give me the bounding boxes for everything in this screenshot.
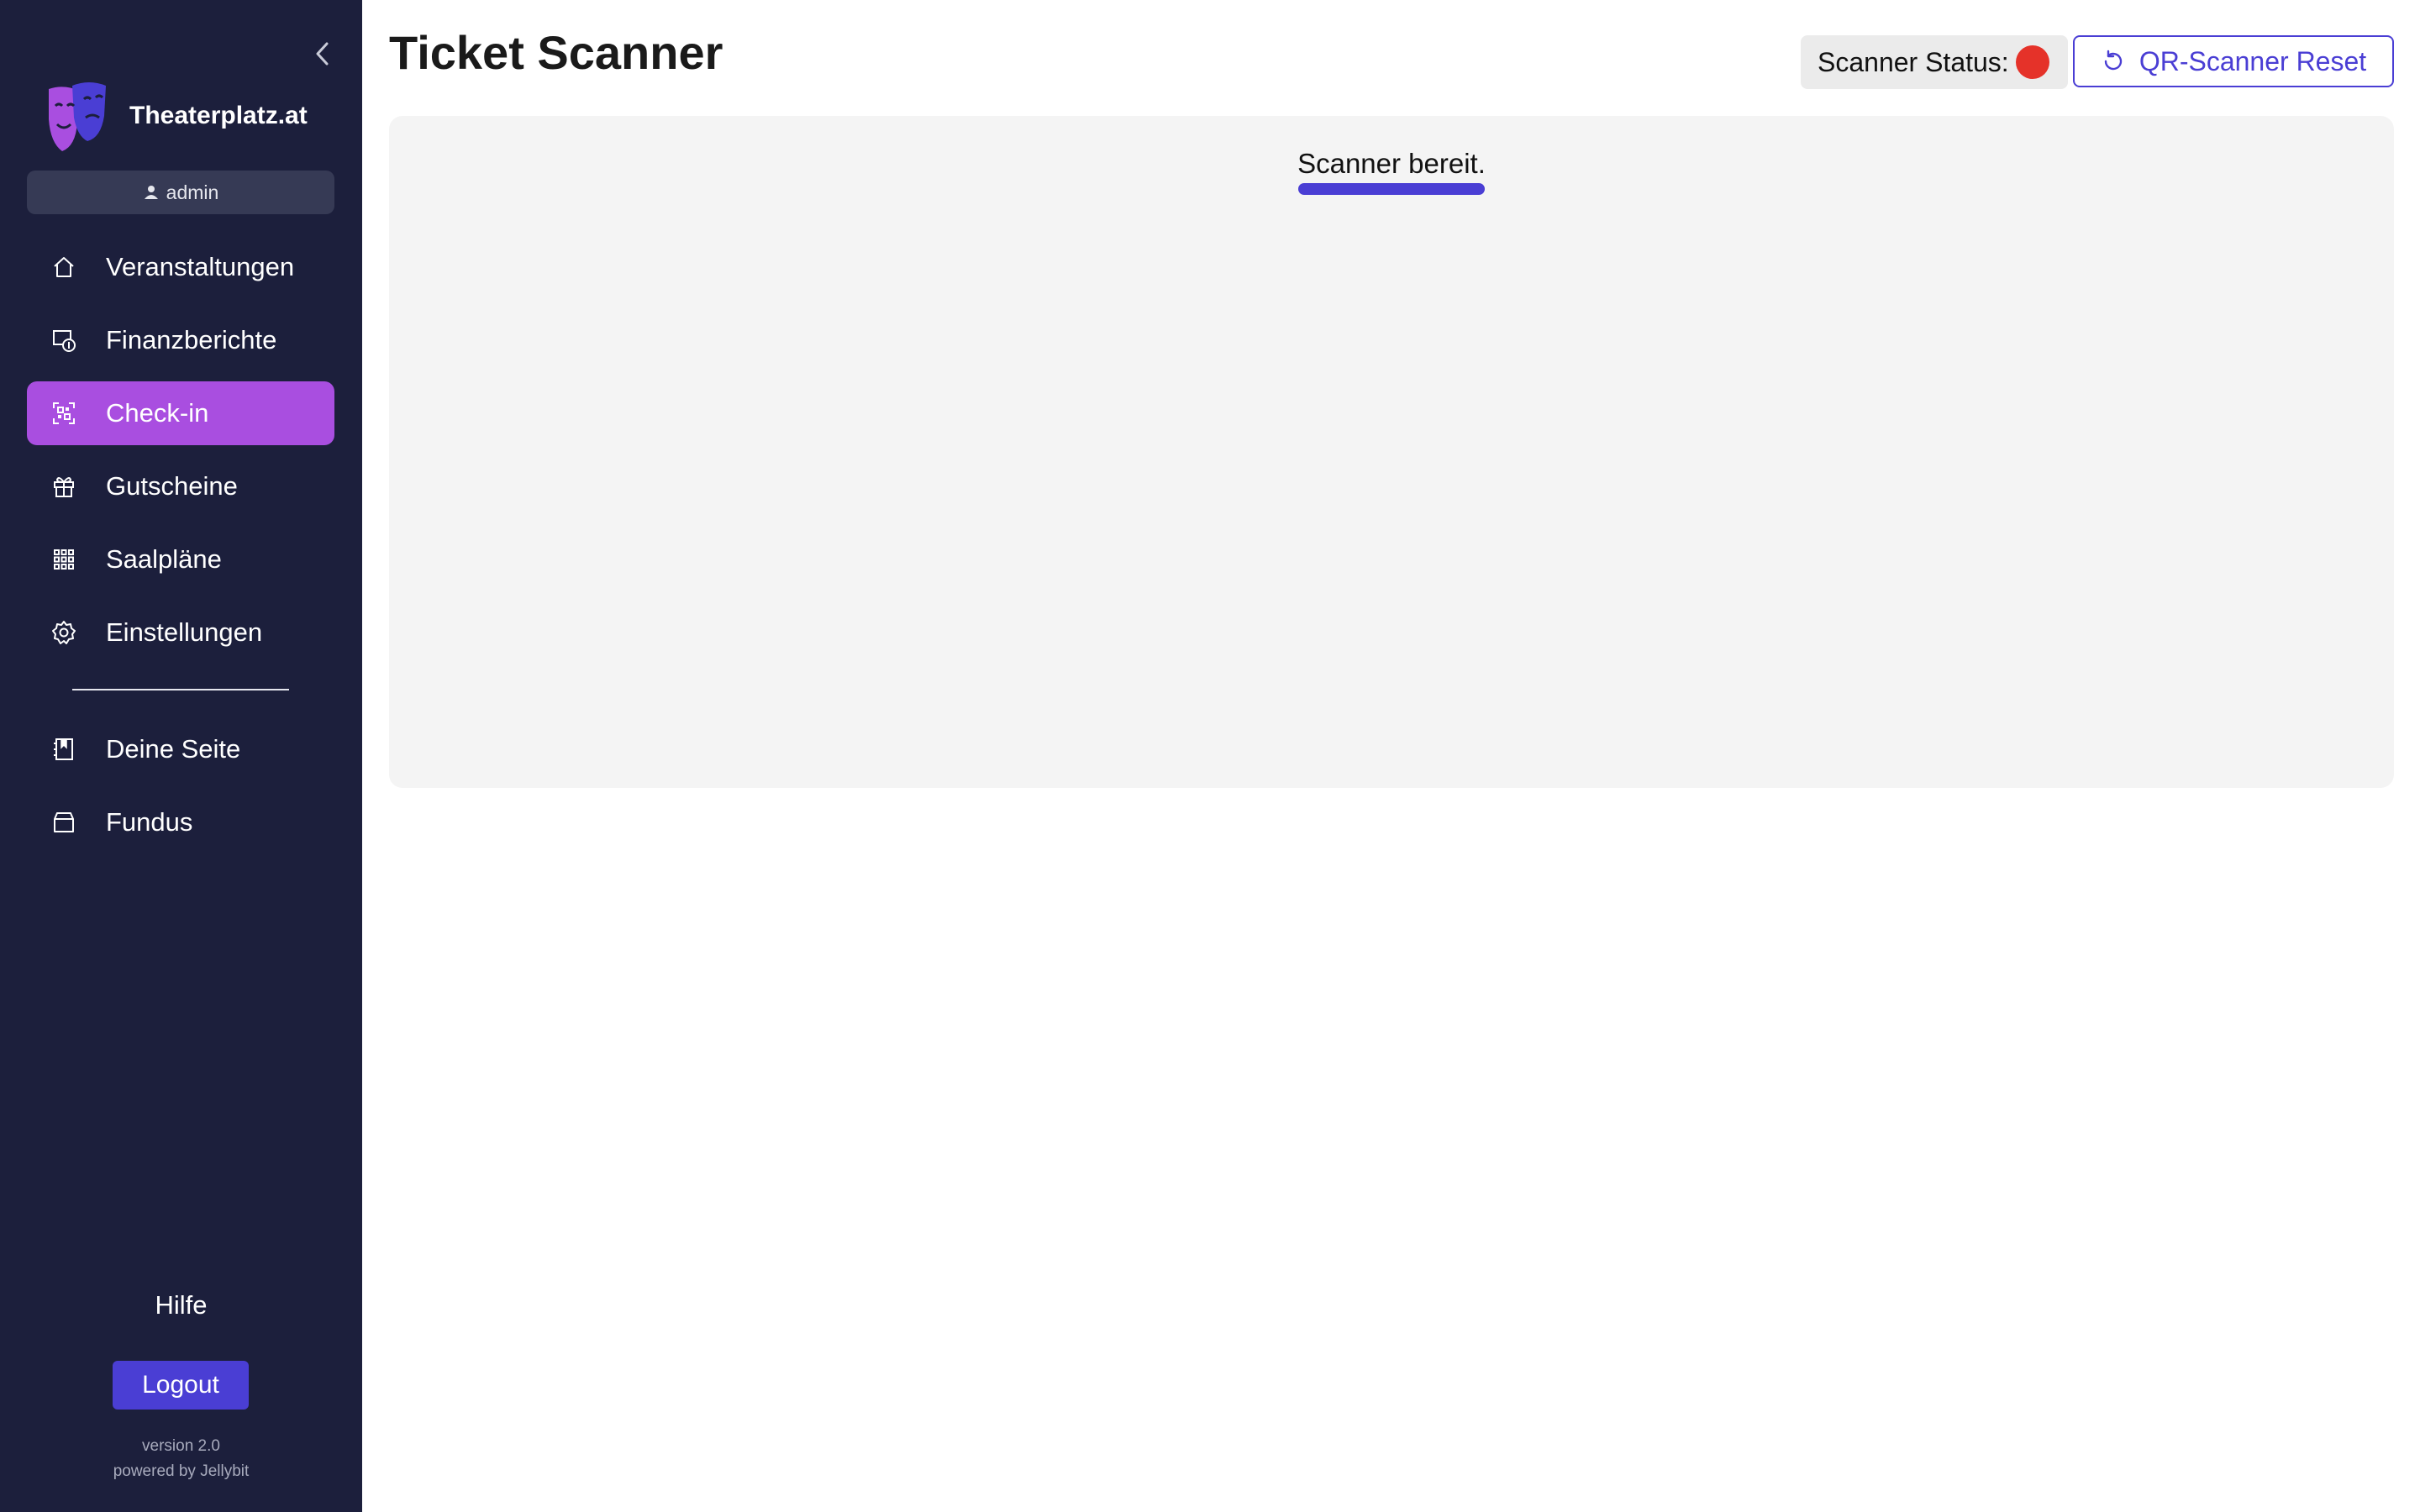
qr-scan-icon (53, 402, 75, 424)
gear-icon (52, 621, 76, 644)
scanner-status-label: Scanner Status: (1818, 46, 2009, 77)
sidebar-item-gutscheine[interactable]: Gutscheine (27, 454, 334, 518)
box-icon (54, 812, 74, 832)
sidebar-item-saalplaene[interactable]: Saalpläne (27, 528, 334, 591)
finance-report-icon (53, 330, 76, 352)
brand-name: Theaterplatz.at (129, 102, 308, 129)
sidebar-item-label: Veranstaltungen (106, 252, 295, 281)
scanner-progress-bar (1298, 183, 1485, 195)
main-content: Ticket Scanner Scanner Status: QR-Scanne… (362, 0, 2420, 1512)
page-bookmark-icon (54, 738, 73, 760)
home-icon (54, 257, 74, 277)
version-label: version 2.0 (142, 1437, 220, 1455)
scanner-status: Scanner Status: (1801, 35, 2068, 89)
reset-button-label: QR-Scanner Reset (2139, 45, 2367, 76)
app: Theaterplatz.at admin Veranstaltungen Fi… (0, 0, 2420, 1512)
sidebar-item-einstellungen[interactable]: Einstellungen (27, 601, 334, 664)
sidebar-item-label: Check-in (106, 398, 209, 428)
sidebar-item-label: Finanzberichte (106, 325, 277, 354)
sidebar: Theaterplatz.at admin Veranstaltungen Fi… (0, 0, 362, 1512)
brand[interactable]: Theaterplatz.at (47, 81, 308, 151)
sidebar-item-check-in[interactable]: Check-in (27, 381, 334, 445)
user-badge[interactable]: admin (27, 171, 334, 214)
help-link[interactable]: Hilfe (0, 1290, 362, 1320)
scanner-message: Scanner bereit. (1297, 148, 1486, 179)
sidebar-item-label: Gutscheine (106, 471, 238, 501)
sidebar-item-deine-seite[interactable]: Deine Seite (27, 717, 334, 781)
user-name: admin (166, 181, 219, 203)
sidebar-item-label: Fundus (106, 807, 193, 837)
refresh-icon (2104, 50, 2122, 71)
status-indicator-dot (2015, 45, 2049, 79)
sidebar-item-label: Einstellungen (106, 617, 263, 647)
page-title: Ticket Scanner (389, 26, 723, 79)
qr-scanner-reset-button[interactable]: QR-Scanner Reset (2073, 35, 2394, 87)
sidebar-item-veranstaltungen[interactable]: Veranstaltungen (27, 235, 334, 299)
grid-icon (54, 549, 74, 570)
sidebar-collapse-button[interactable] (309, 37, 336, 71)
powered-by-label: powered by Jellybit (113, 1462, 250, 1480)
sidebar-divider (72, 689, 289, 690)
sidebar-item-label: Deine Seite (106, 734, 241, 764)
logout-button[interactable]: Logout (113, 1361, 249, 1410)
gift-icon (54, 477, 74, 497)
sidebar-item-fundus[interactable]: Fundus (27, 790, 334, 854)
theater-masks-icon (49, 82, 106, 151)
sidebar-item-finanzberichte[interactable]: Finanzberichte (27, 308, 334, 372)
user-icon (144, 186, 158, 199)
scanner-viewport[interactable]: Scanner bereit. (389, 116, 2394, 788)
sidebar-item-label: Saalpläne (106, 544, 222, 574)
chevron-left-icon (316, 42, 329, 66)
